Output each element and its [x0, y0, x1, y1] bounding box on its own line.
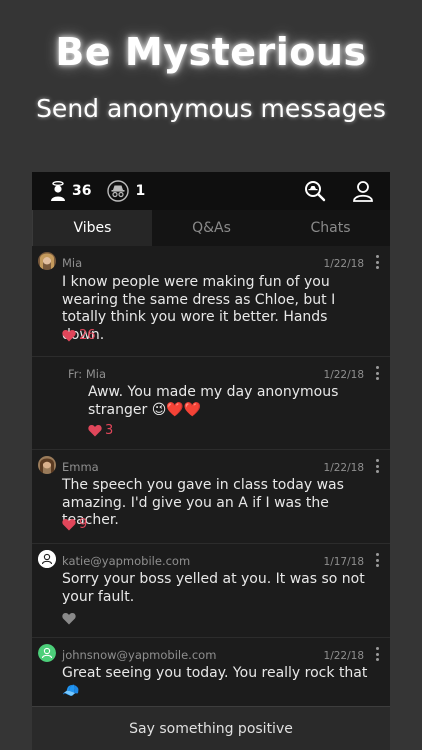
like-count: 26: [79, 328, 96, 343]
message-date: 1/22/18: [323, 258, 364, 270]
tab-vibes[interactable]: Vibes: [32, 210, 152, 246]
message-item[interactable]: katie@yapmobile.com 1/17/18 Sorry your b…: [32, 544, 390, 638]
heart-icon: [62, 613, 76, 625]
message-item[interactable]: Emma 1/22/18 The speech you gave in clas…: [32, 450, 390, 544]
reply-item[interactable]: Fr: Mia 1/22/18 Aww. You made my day ano…: [32, 357, 390, 450]
search-icon: [305, 181, 326, 202]
avatar: [38, 252, 56, 270]
profile-button[interactable]: [350, 178, 376, 204]
message-feed: Mia 1/22/18 I know people were making fu…: [32, 246, 390, 706]
followers-count: 36: [72, 183, 92, 199]
more-options-icon[interactable]: [376, 366, 380, 380]
more-options-icon[interactable]: [376, 553, 380, 567]
tab-qas[interactable]: Q&As: [152, 210, 271, 246]
user-outline-icon: [38, 644, 56, 662]
more-options-icon[interactable]: [376, 255, 380, 269]
message-date: 1/17/18: [323, 556, 364, 568]
tab-bar: Vibes Q&As Chats: [32, 210, 390, 246]
message-date: 1/22/18: [323, 462, 364, 474]
profile-icon: [353, 181, 373, 202]
like-button[interactable]: [62, 612, 76, 625]
user-outline-icon: [38, 550, 56, 568]
message-text: Great seeing you today. You really rock …: [62, 665, 368, 699]
message-text: I know people were making fun of you wea…: [62, 274, 336, 343]
like-count: 3: [105, 423, 114, 438]
anonymous-stat[interactable]: 1: [107, 180, 145, 202]
message-date: 1/22/18: [323, 650, 364, 662]
promo-headline: Be Mysterious: [55, 30, 367, 74]
incognito-icon: [107, 180, 130, 202]
avatar: [38, 456, 56, 474]
like-button[interactable]: 26: [62, 328, 96, 343]
promo-subline: Send anonymous messages: [36, 94, 386, 123]
top-bar: 36 1: [32, 172, 390, 210]
app-screen: 36 1 Vibes Q&As Chats Mia 1/22/18 I know…: [32, 172, 390, 750]
message-author: katie@yapmobile.com: [62, 554, 191, 568]
more-options-icon[interactable]: [376, 459, 380, 473]
search-button[interactable]: [302, 178, 328, 204]
message-text: The speech you gave in class today was a…: [62, 477, 344, 528]
tab-chats[interactable]: Chats: [271, 210, 390, 246]
heart-icon: [88, 425, 102, 437]
more-options-icon[interactable]: [376, 647, 380, 661]
message-author: Fr: Mia: [68, 367, 106, 381]
like-count: 9: [79, 517, 88, 532]
avatar: [38, 644, 56, 662]
heart-icon: [62, 519, 76, 531]
compose-input[interactable]: Say something positive: [32, 706, 390, 750]
avatar: [38, 550, 56, 568]
message-date: 1/22/18: [323, 369, 364, 381]
message-author: Mia: [62, 256, 83, 270]
person-halo-icon: [51, 181, 65, 201]
message-item[interactable]: johnsnow@yapmobile.com 1/22/18 Great see…: [32, 638, 390, 706]
like-button[interactable]: 3: [88, 423, 113, 438]
heart-icon: [62, 330, 76, 342]
message-text: Sorry your boss yelled at you. It was so…: [62, 571, 365, 605]
anonymous-count: 1: [135, 183, 146, 199]
message-author: Emma: [62, 460, 99, 474]
message-item[interactable]: Mia 1/22/18 I know people were making fu…: [32, 246, 390, 357]
message-text: Aww. You made my day anonymous stranger …: [88, 384, 339, 418]
like-button[interactable]: 9: [62, 517, 87, 532]
followers-stat[interactable]: 36: [50, 181, 91, 201]
message-author: johnsnow@yapmobile.com: [62, 648, 217, 662]
